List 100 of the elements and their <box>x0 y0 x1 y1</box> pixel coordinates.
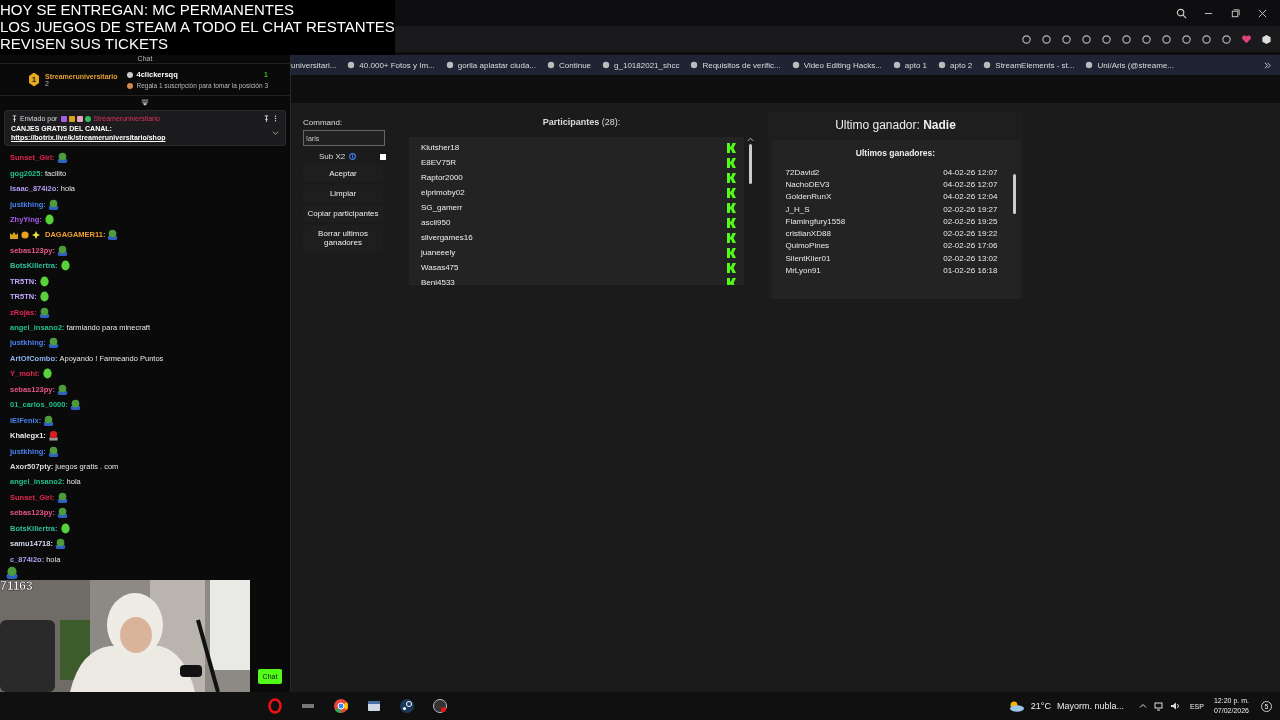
participant-name: silvergames16 <box>421 233 473 242</box>
winner-name: SilentKiler01 <box>785 253 831 263</box>
command-label: Command: <box>303 118 344 127</box>
bookmark-icon <box>602 61 611 69</box>
frog-emote-icon <box>54 538 66 550</box>
participant-name: SG_gamerr <box>421 203 463 212</box>
browser-icon[interactable] <box>333 698 349 714</box>
bookmark-icon <box>983 61 992 69</box>
blob-emote-icon <box>43 213 55 225</box>
toolbar-icon[interactable] <box>1181 33 1192 45</box>
chevron-icon[interactable] <box>272 130 279 136</box>
toolbar-icon[interactable] <box>1041 33 1052 45</box>
bookmark[interactable]: Uni/Aris (@streame... <box>1085 60 1175 70</box>
badge-icon <box>61 115 68 122</box>
emote-icon <box>47 430 59 442</box>
close-icon[interactable] <box>1257 7 1268 19</box>
frog-emote-icon <box>56 152 68 164</box>
frog-emote-icon <box>47 337 59 349</box>
toolbar-icon[interactable] <box>1061 33 1072 45</box>
frog-emote-icon <box>107 229 119 241</box>
winner-name: cristianXD88 <box>785 229 831 239</box>
winner-name: QuimoPines <box>785 241 830 251</box>
participant-name: Klutsher18 <box>421 143 460 152</box>
bookmark[interactable]: 40.000+ Fotos y Im... <box>347 60 435 70</box>
winner-name: 72David2 <box>785 167 820 177</box>
bookmark-icon <box>347 61 356 69</box>
k-logo-icon <box>726 142 736 153</box>
caret-icon[interactable] <box>1137 701 1148 711</box>
toolbar-icon[interactable] <box>1081 33 1092 45</box>
info-icon[interactable] <box>349 153 357 160</box>
bookmark[interactable]: apto 2 <box>938 60 973 70</box>
bookmark[interactable]: g_10182021_shcc <box>602 60 680 70</box>
bookmark[interactable]: Video Editing Hacks... <box>791 60 882 70</box>
toolbar-icon[interactable] <box>1101 33 1112 45</box>
winner-date: 02-02-26 19:25 <box>943 216 998 226</box>
verified-icon <box>85 115 92 122</box>
bookmark[interactable]: StreamElements - st... <box>983 60 1075 70</box>
k-logo-icon <box>726 202 736 213</box>
collapse-icon[interactable] <box>141 99 149 106</box>
participant-name: juaneeely <box>421 248 456 257</box>
maximize-icon[interactable] <box>1230 7 1241 19</box>
toolbar-icon[interactable] <box>1021 33 1032 45</box>
winner-date: 02-02-26 19:27 <box>943 204 998 214</box>
participant-name: elprimoby02 <box>421 188 465 197</box>
blob-emote-icon <box>59 260 71 272</box>
steam-icon[interactable] <box>399 698 415 714</box>
winner-date: 04-02-26 12:04 <box>943 192 998 202</box>
bookmark-icon <box>445 61 454 69</box>
crown-icon <box>69 115 76 122</box>
sub-checkbox[interactable] <box>380 153 387 160</box>
bookmark[interactable]: gorila aplastar ciuda... <box>445 60 536 70</box>
participants-title: Participantes (28): <box>541 117 622 127</box>
blob-emote-icon <box>38 275 50 287</box>
toolbar-icon[interactable] <box>1141 33 1152 45</box>
k-logo-icon <box>726 157 736 168</box>
bookmark[interactable]: Requisitos de verific... <box>690 60 781 70</box>
overlay-text: REVISEN SUS TICKETS <box>0 35 170 52</box>
blob-emote-icon <box>59 522 71 534</box>
pin-icon[interactable] <box>263 115 270 122</box>
toolbar-icon[interactable] <box>1121 33 1132 45</box>
k-logo-icon <box>726 277 736 285</box>
toolbar-icon[interactable] <box>1161 33 1172 45</box>
winners-title: Ultimos ganadores: <box>855 148 936 158</box>
network-icon[interactable] <box>1153 701 1164 711</box>
k-logo-icon <box>726 217 736 228</box>
last-winner-title: Ultimo ganador: Nadie <box>835 118 956 132</box>
scroll-up-icon[interactable] <box>746 137 754 142</box>
heart-icon[interactable] <box>1241 33 1252 45</box>
rank-badge: 1 <box>29 72 40 87</box>
cube-icon[interactable] <box>1261 33 1272 45</box>
k-logo-icon <box>726 262 736 273</box>
window-icon[interactable] <box>366 698 382 714</box>
winner-date: 02-02-26 17:06 <box>943 241 998 251</box>
bookmark[interactable]: apto 1 <box>892 60 928 70</box>
winner-name: Flamingfury1558 <box>785 216 846 226</box>
winner-date: 02-02-26 19:22 <box>943 229 998 239</box>
search-icon[interactable] <box>1176 7 1187 19</box>
toolbar-icon[interactable] <box>1201 33 1212 45</box>
user-icon <box>127 71 134 78</box>
toolbar-icon[interactable] <box>1221 33 1232 45</box>
winner-date: 04-02-26 12:07 <box>943 167 998 177</box>
bookmark[interactable]: Continue <box>547 60 592 70</box>
k-logo-icon <box>726 172 736 183</box>
winner-name: NachoDEV3 <box>785 179 830 189</box>
participant-name: E8EV75R <box>421 158 457 167</box>
app-icon[interactable] <box>432 698 448 714</box>
more-bookmarks-icon[interactable] <box>1263 60 1272 70</box>
winner-date: 02-02-26 13:02 <box>943 253 998 263</box>
bookmark-icon <box>690 61 699 69</box>
badge-icon <box>77 115 84 122</box>
gift-icon <box>127 82 134 89</box>
frog-emote-icon <box>38 306 50 318</box>
bookmark-icon <box>892 61 901 69</box>
bookmark-icon <box>791 61 800 69</box>
volume-icon[interactable] <box>1169 701 1180 711</box>
bookmark[interactable]: universitari... <box>291 60 337 70</box>
more-icon[interactable] <box>272 115 279 122</box>
viewer-count: 71163 <box>0 580 33 593</box>
bookmark-icon <box>1085 61 1094 69</box>
ring-icon[interactable] <box>267 698 283 714</box>
